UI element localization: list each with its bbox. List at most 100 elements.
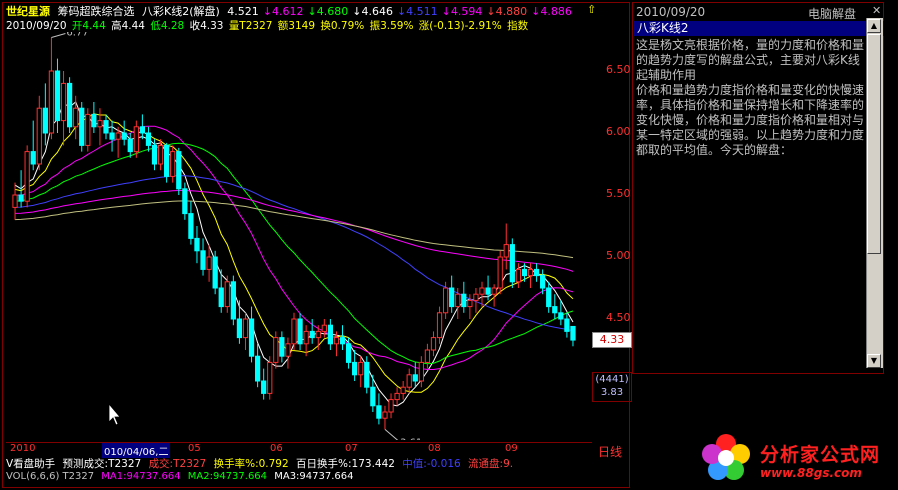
current-price-tag: 4.33 xyxy=(592,332,632,348)
candle-body xyxy=(42,107,48,134)
date-tick: 07 xyxy=(345,443,358,454)
candle-body xyxy=(212,256,218,289)
cursor-price: 3.83 xyxy=(600,387,624,398)
low-marker-line xyxy=(384,428,399,440)
candle-body xyxy=(91,113,97,128)
candle-body xyxy=(145,132,152,146)
candle-body xyxy=(418,361,424,382)
candle-body xyxy=(164,144,170,177)
indicator-bar: V看盘助手 预测成交:T2327 成交:T2327 换手率%:0.792 百日换… xyxy=(6,456,517,470)
vol-label: VOL(6,6,6) T2327 xyxy=(6,471,95,482)
candle-body xyxy=(206,256,212,270)
flower-logo-icon xyxy=(702,434,750,480)
candle-body xyxy=(485,287,491,295)
panel-selected-item[interactable]: 八彩K线2 xyxy=(634,21,884,36)
high-marker-line xyxy=(51,33,66,39)
candle-body xyxy=(424,349,431,363)
quote-amount: 额3149 xyxy=(277,20,316,32)
price-tick: 4.50 xyxy=(606,311,631,324)
price-tick: 5.50 xyxy=(606,187,631,200)
indicator-value: ↓4.880 xyxy=(486,5,528,18)
quote-close: 收4.33 xyxy=(189,20,224,32)
close-icon[interactable]: ✕ xyxy=(872,4,881,17)
candle-body xyxy=(48,70,55,134)
candle-body xyxy=(273,337,279,363)
candle-body xyxy=(442,287,449,314)
candle-body xyxy=(176,151,182,190)
candle-body xyxy=(376,405,382,419)
candle-body xyxy=(194,237,200,252)
candle-body xyxy=(127,138,133,153)
candle-body xyxy=(339,337,346,345)
helper-label[interactable]: V看盘助手 xyxy=(6,458,55,470)
candle-body xyxy=(449,287,455,308)
candle-body xyxy=(103,120,109,134)
candle-body xyxy=(121,132,127,140)
candle-body xyxy=(151,144,158,165)
candle-body xyxy=(218,287,224,308)
candle-body xyxy=(479,287,485,295)
high-marker-label: 6.77 xyxy=(66,32,88,39)
candle-body xyxy=(473,293,479,301)
indicator-group-name[interactable]: 筹码超跌综合选 xyxy=(58,5,135,18)
candle-body xyxy=(54,70,61,122)
watermark-name: 分析家公式网 xyxy=(760,444,881,466)
candle-body xyxy=(358,361,364,376)
date-tick: 08 xyxy=(428,443,441,454)
period-label[interactable]: 日线 xyxy=(598,443,622,460)
indicator-value: ↓4.680 xyxy=(307,5,349,18)
candle-body xyxy=(267,361,273,394)
candle-body xyxy=(388,399,394,413)
candle-body xyxy=(455,293,461,308)
hundred-day-turnover: 百日换手%:173.442 xyxy=(296,458,395,470)
candle-body xyxy=(540,275,546,289)
candle-body xyxy=(279,337,285,357)
candle-body xyxy=(30,151,36,165)
candle-body xyxy=(461,293,467,308)
quote-row: 2010/09/20 开4.44 高4.44 低4.28 收4.33 量T232… xyxy=(6,18,530,32)
candle-body xyxy=(430,337,437,351)
scroll-down-icon[interactable]: ▼ xyxy=(867,354,881,368)
scrollbar-thumb[interactable] xyxy=(867,34,881,254)
candle-body xyxy=(533,268,540,277)
scroll-up-icon[interactable]: ▲ xyxy=(867,19,881,33)
pin-icon[interactable]: ⇧ xyxy=(587,3,599,16)
indicator-value: ↓4.612 xyxy=(262,5,304,18)
candle-body xyxy=(509,244,515,283)
candle-body xyxy=(36,107,42,165)
candle-body xyxy=(564,318,570,332)
candle-body xyxy=(364,361,370,388)
candlestick-chart[interactable]: 6.77 3.61 xyxy=(6,32,592,440)
cost-value: 中值:-0.016 xyxy=(402,458,461,470)
quote-turnover: 换0.79% xyxy=(320,20,365,32)
candle-body xyxy=(139,126,146,134)
candle-body xyxy=(60,82,67,122)
cursor-value-box: (4441) 3.83 xyxy=(592,372,632,402)
candle-body xyxy=(18,194,24,202)
float-shares: 流通盘:9. xyxy=(468,458,514,470)
candle-body xyxy=(515,268,522,283)
ma1-value: MA1:94737.664 xyxy=(101,471,181,482)
candle-body xyxy=(552,306,558,314)
quote-change: 涨(-0.13)-2.91% xyxy=(418,20,502,32)
candle-body xyxy=(412,374,418,382)
ma-line xyxy=(14,190,574,272)
candle-body xyxy=(248,318,255,357)
price-tick: 5.00 xyxy=(606,249,631,262)
candle-body xyxy=(230,281,236,320)
candle-body xyxy=(558,312,564,320)
candle-body xyxy=(303,330,309,345)
candle-body xyxy=(345,343,352,363)
candle-body xyxy=(309,330,315,339)
mouse-cursor-icon xyxy=(108,402,121,426)
candle-body xyxy=(497,256,503,289)
indicator-value: ↓4.646 xyxy=(352,5,393,18)
candle-body xyxy=(182,188,188,215)
candle-body xyxy=(188,213,194,239)
formula-name[interactable]: 八彩K线2(解盘) xyxy=(142,5,220,18)
panel-date: 2010/09/20 xyxy=(636,5,706,19)
quote-amplitude: 振3.59% xyxy=(369,20,414,32)
candle-body xyxy=(133,126,139,153)
quote-open: 开4.44 xyxy=(71,20,106,32)
stock-name[interactable]: 世纪星源 xyxy=(6,5,50,18)
